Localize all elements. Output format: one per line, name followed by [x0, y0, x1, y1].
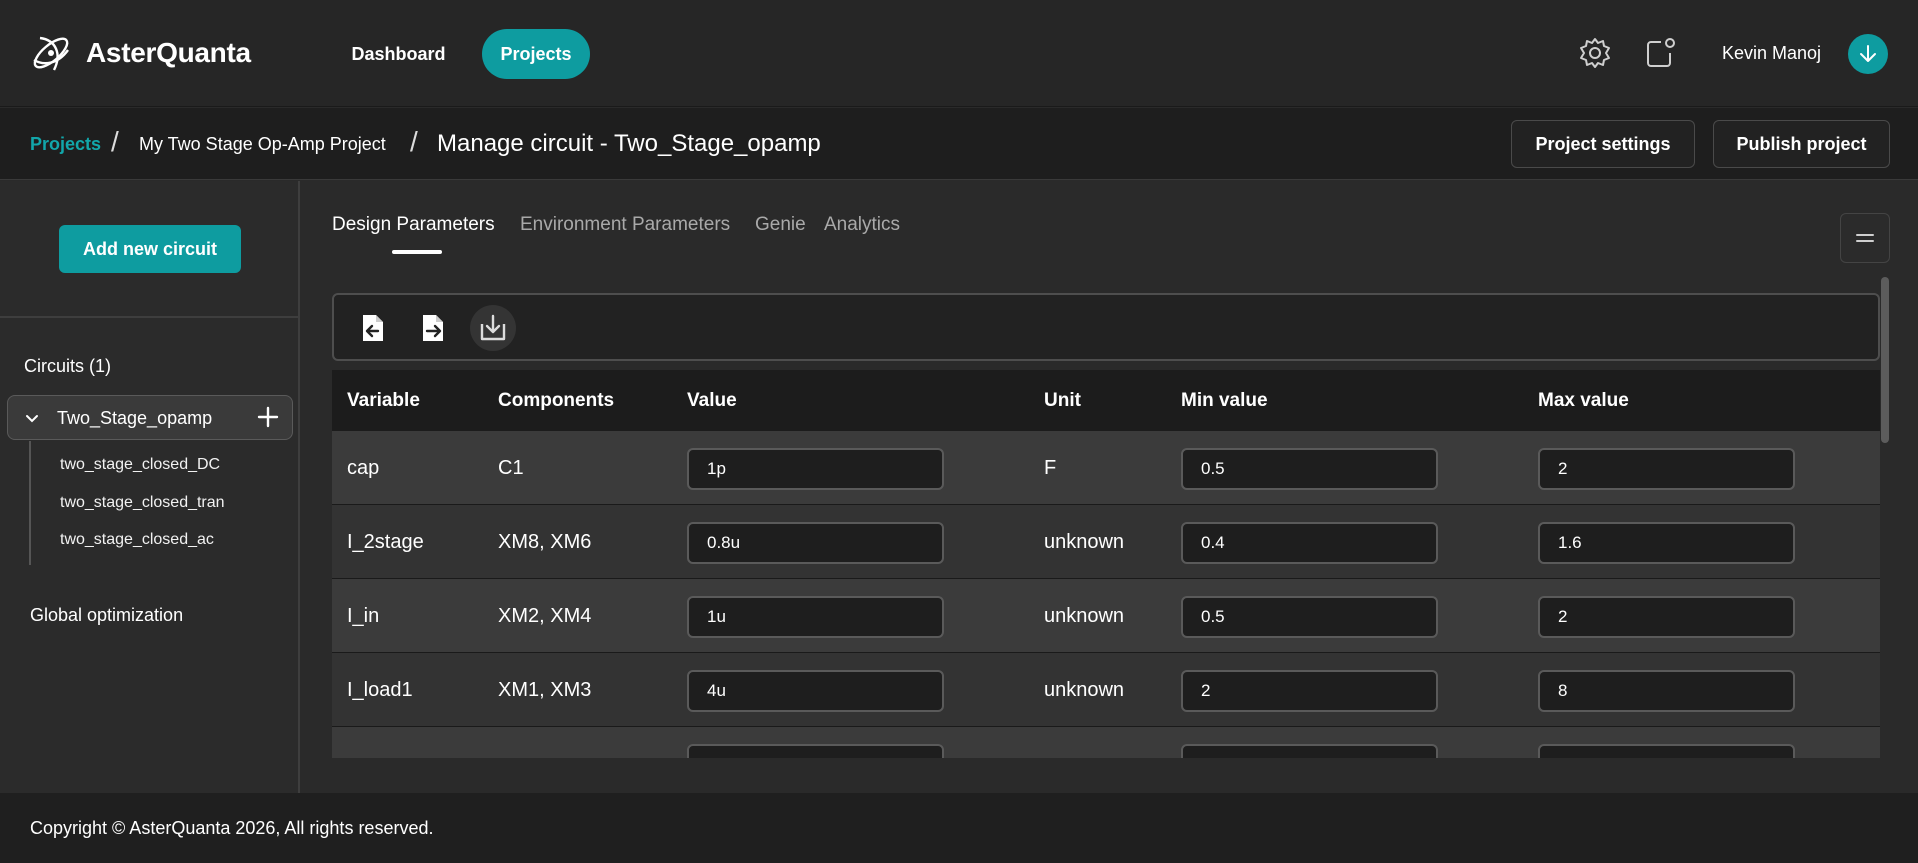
max-value-input[interactable]: 8 — [1538, 670, 1795, 712]
column-header-min-value[interactable]: Min value — [1181, 390, 1268, 412]
value-input[interactable]: 0.8u — [687, 522, 944, 564]
download-icon — [480, 314, 506, 341]
app-logo[interactable]: AsterQuanta — [28, 30, 251, 76]
import-parameters-button[interactable] — [350, 305, 396, 351]
cell-variable: cap — [347, 457, 380, 479]
circuit-sidebar: Add new circuit Circuits (1) Two_Stage_o… — [0, 181, 300, 793]
table-row: I_in XM2, XM4 1u unknown 0.5 2 — [332, 579, 1880, 653]
tab-analytics[interactable]: Analytics — [824, 214, 900, 236]
testbench-item-ac[interactable]: two_stage_closed_ac — [60, 531, 214, 549]
cell-components: XM8, XM6 — [498, 531, 592, 553]
value-input[interactable]: 1u — [687, 596, 944, 638]
cell-variable: I_in — [347, 605, 380, 627]
column-header-max-value[interactable]: Max value — [1538, 390, 1629, 412]
table-row: I_load1 XM1, XM3 4u unknown 2 8 — [332, 653, 1880, 727]
table-row: cap C1 1p F 0.5 2 — [332, 431, 1880, 505]
cell-variable: I_2stage — [347, 531, 424, 553]
export-parameters-button[interactable] — [410, 305, 456, 351]
project-settings-button[interactable]: Project settings — [1511, 120, 1695, 168]
tree-line — [29, 441, 31, 565]
breadcrumb-projects-link[interactable]: Projects — [30, 134, 101, 155]
user-avatar[interactable] — [1848, 34, 1888, 74]
column-header-components[interactable]: Components — [498, 390, 614, 412]
max-value-input[interactable] — [1538, 744, 1795, 758]
global-optimization-link[interactable]: Global optimization — [30, 605, 183, 626]
cell-unit: F — [1044, 457, 1057, 479]
sidebar-divider — [0, 316, 300, 318]
tab-environment-parameters[interactable]: Environment Parameters — [520, 214, 730, 236]
design-parameters-table: Variable Components Value Unit Min value… — [332, 370, 1880, 758]
circuit-item-two-stage-opamp[interactable]: Two_Stage_opamp — [7, 395, 293, 440]
user-name[interactable]: Kevin Manoj — [1722, 43, 1821, 64]
arrow-down-icon — [1860, 45, 1876, 62]
testbench-item-tran[interactable]: two_stage_closed_tran — [60, 494, 225, 512]
nav-projects-button[interactable]: Projects — [482, 29, 590, 79]
table-row — [332, 727, 1880, 758]
add-testbench-plus-icon[interactable] — [256, 405, 280, 429]
cell-unit: unknown — [1044, 605, 1125, 627]
copyright-text: Copyright © AsterQuanta 2026, All rights… — [30, 818, 434, 838]
min-value-input[interactable]: 0.5 — [1181, 448, 1438, 490]
tab-genie[interactable]: Genie — [755, 214, 806, 236]
value-input[interactable] — [687, 744, 944, 758]
cell-unit: unknown — [1044, 679, 1125, 701]
add-new-circuit-button[interactable]: Add new circuit — [59, 225, 241, 273]
testbench-item-dc[interactable]: two_stage_closed_DC — [60, 456, 220, 474]
asterquanta-logo-icon — [33, 36, 69, 71]
breadcrumb-separator: / — [410, 126, 418, 157]
table-header: Variable Components Value Unit Min value… — [332, 370, 1880, 431]
publish-project-button[interactable]: Publish project — [1713, 120, 1890, 168]
cell-variable: I_load1 — [347, 679, 413, 701]
table-scrollbar[interactable] — [1881, 277, 1889, 443]
table-row: I_2stage XM8, XM6 0.8u unknown 0.4 1.6 — [332, 505, 1880, 579]
max-value-input[interactable]: 2 — [1538, 596, 1795, 638]
column-header-value[interactable]: Value — [687, 390, 737, 412]
min-value-input[interactable]: 0.4 — [1181, 522, 1438, 564]
tab-design-parameters[interactable]: Design Parameters — [332, 214, 495, 236]
cell-components: C1 — [498, 457, 524, 479]
cell-components: XM2, XM4 — [498, 605, 592, 627]
min-value-input[interactable]: 2 — [1181, 670, 1438, 712]
page-footer: Copyright © AsterQuanta 2026, All rights… — [0, 793, 1918, 863]
column-header-unit[interactable]: Unit — [1044, 390, 1081, 412]
column-header-variable[interactable]: Variable — [347, 390, 420, 412]
value-input[interactable]: 4u — [687, 670, 944, 712]
min-value-input[interactable] — [1181, 744, 1438, 758]
cell-unit: unknown — [1044, 531, 1125, 553]
file-export-icon — [423, 315, 443, 341]
active-tab-indicator — [392, 250, 442, 254]
circuit-name: Two_Stage_opamp — [57, 408, 213, 428]
breadcrumb-project-link[interactable]: My Two Stage Op-Amp Project — [139, 134, 386, 155]
notification-icon[interactable] — [1643, 36, 1677, 70]
hamburger-menu-icon — [1856, 234, 1874, 242]
download-parameters-button[interactable] — [470, 305, 516, 351]
value-input[interactable]: 1p — [687, 448, 944, 490]
circuits-heading: Circuits (1) — [24, 356, 112, 376]
top-navbar: AsterQuanta Dashboard Projects Kevin Man… — [0, 0, 1918, 107]
menu-toggle-button[interactable] — [1840, 213, 1890, 263]
max-value-input[interactable]: 1.6 — [1538, 522, 1795, 564]
file-import-icon — [363, 315, 383, 341]
max-value-input[interactable]: 2 — [1538, 448, 1795, 490]
nav-dashboard-button[interactable]: Dashboard — [336, 29, 461, 79]
chevron-down-icon[interactable] — [22, 408, 42, 428]
settings-gear-icon[interactable] — [1578, 36, 1612, 70]
min-value-input[interactable]: 0.5 — [1181, 596, 1438, 638]
parameter-toolbar — [332, 293, 1880, 361]
breadcrumb-bar: Projects / My Two Stage Op-Amp Project /… — [0, 108, 1918, 180]
cell-components: XM1, XM3 — [498, 679, 592, 701]
breadcrumb-current-page: Manage circuit - Two_Stage_opamp — [437, 130, 821, 157]
breadcrumb-separator: / — [111, 126, 119, 157]
app-name: AsterQuanta — [86, 37, 251, 68]
